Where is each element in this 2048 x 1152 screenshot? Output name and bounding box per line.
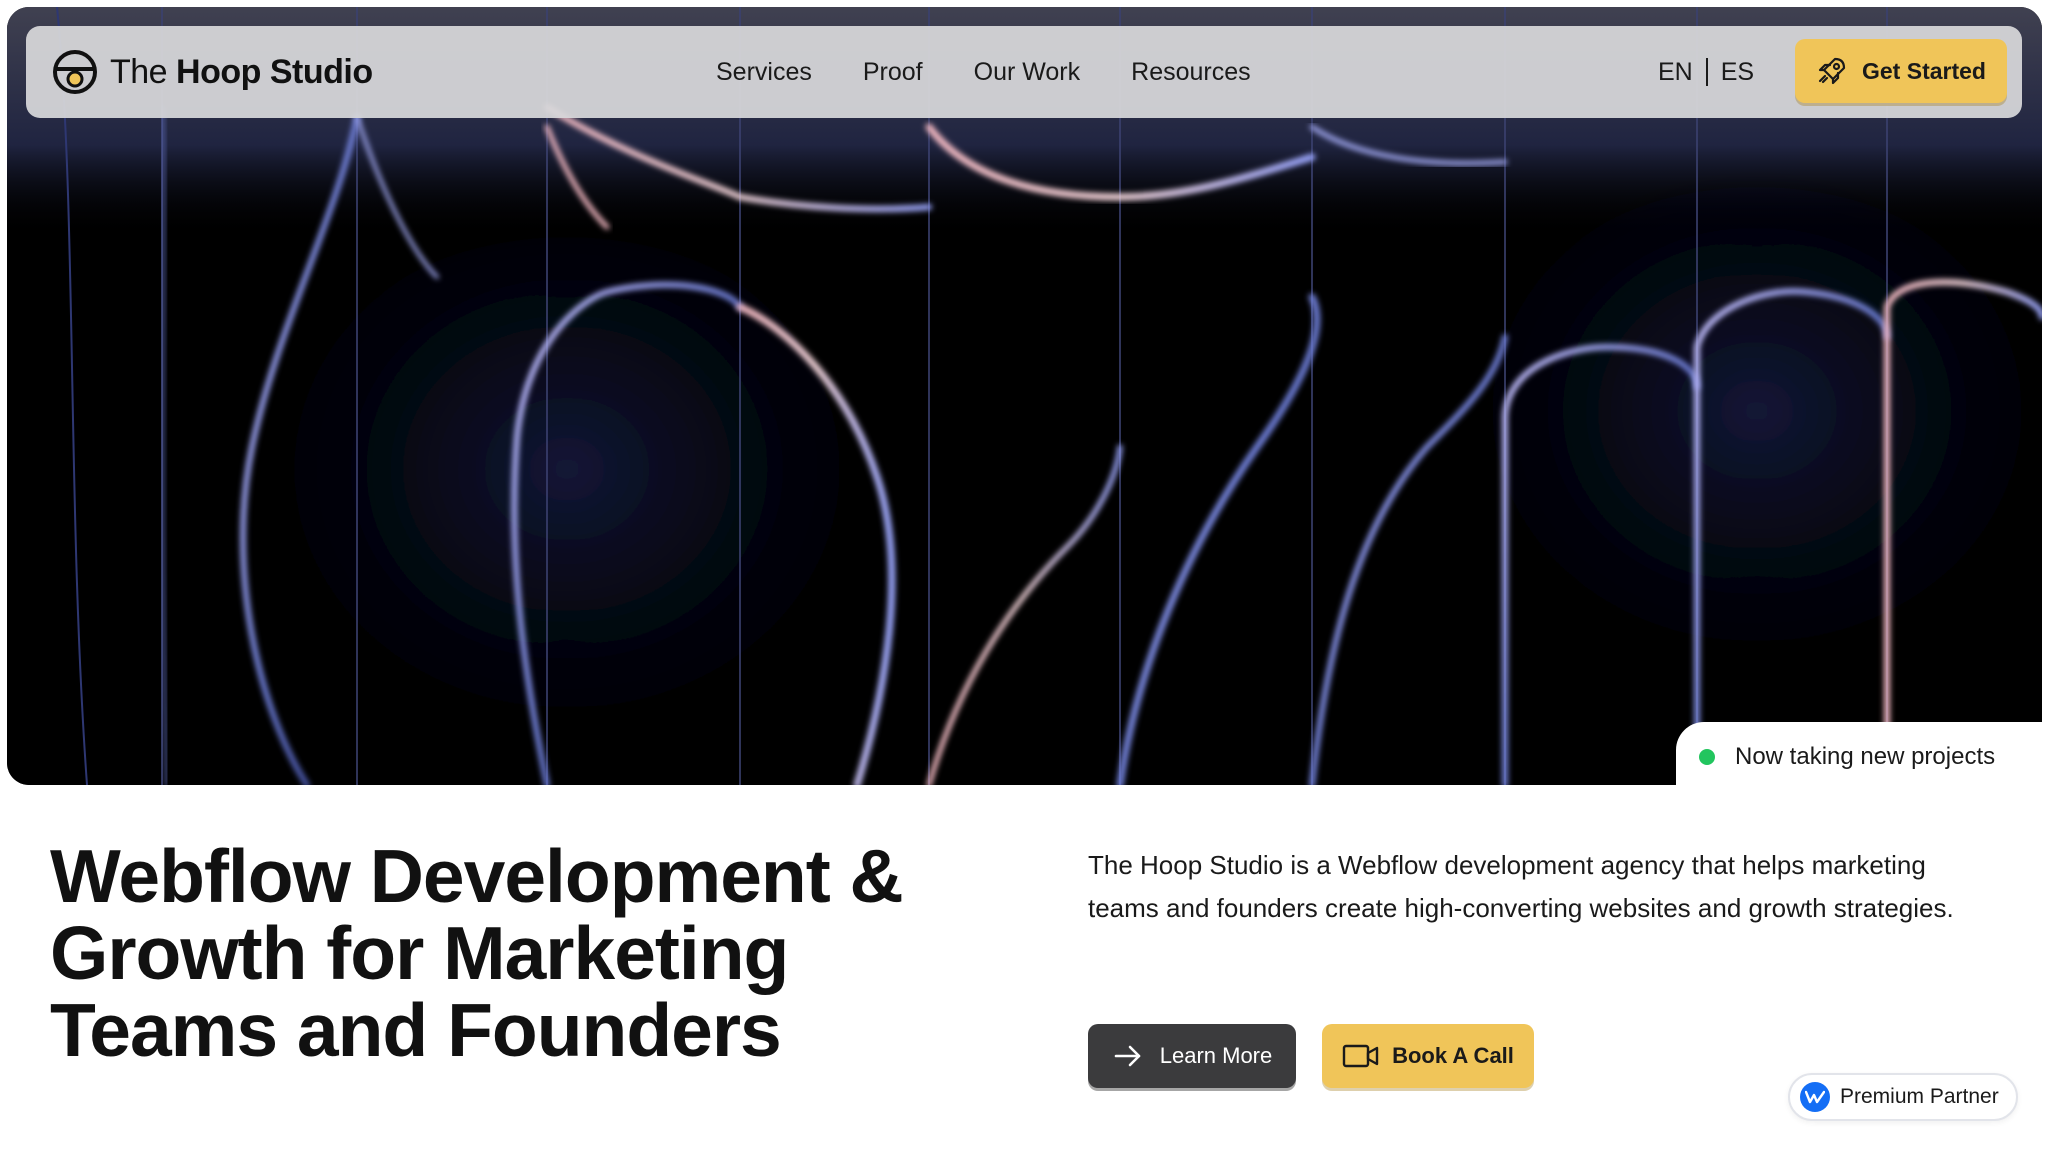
book-a-call-label: Book A Call [1392, 1043, 1514, 1068]
premium-partner-badge[interactable]: Premium Partner [1788, 1073, 2018, 1121]
main-nav-links: Services Proof Our Work Resources [716, 26, 1251, 118]
language-es[interactable]: ES [1721, 58, 1754, 87]
video-camera-icon [1342, 1044, 1379, 1068]
status-dot-icon [1699, 749, 1715, 765]
get-started-button[interactable]: Get Started [1795, 39, 2007, 103]
brand-name-bold: Hoop Studio [176, 52, 373, 91]
project-status-badge: Now taking new projects [1676, 722, 2048, 792]
language-en[interactable]: EN [1658, 58, 1693, 87]
arrow-right-icon [1114, 1045, 1141, 1067]
brand-logo[interactable]: The Hoop Studio [52, 48, 373, 96]
hero-section [7, 7, 2042, 785]
nav-link-services[interactable]: Services [716, 58, 812, 87]
brand-name-light: The [110, 52, 168, 91]
language-switcher: EN ES [1658, 26, 1754, 118]
learn-more-label: Learn More [1159, 1043, 1273, 1068]
nav-link-our-work[interactable]: Our Work [974, 58, 1081, 87]
page-headline: Webflow Development & Growth for Marketi… [50, 834, 904, 1072]
webflow-icon [1800, 1082, 1830, 1112]
status-text: Now taking new projects [1735, 743, 1996, 770]
page-description: The Hoop Studio is a Webflow development… [1088, 850, 1954, 923]
book-a-call-button[interactable]: Book A Call [1322, 1024, 1534, 1088]
nav-link-resources[interactable]: Resources [1131, 58, 1251, 87]
get-started-label: Get Started [1862, 57, 1986, 84]
language-divider [1705, 58, 1708, 86]
hero-abstract-artwork [7, 7, 2042, 785]
learn-more-button[interactable]: Learn More [1088, 1024, 1296, 1088]
premium-partner-label: Premium Partner [1840, 1085, 1999, 1108]
top-navigation-bar: The Hoop Studio Services Proof Our Work … [26, 26, 2022, 118]
rocket-icon [1818, 57, 1846, 85]
brand-name: The Hoop Studio [110, 53, 373, 92]
nav-link-proof[interactable]: Proof [863, 58, 923, 87]
hoop-logo-icon [53, 50, 97, 94]
